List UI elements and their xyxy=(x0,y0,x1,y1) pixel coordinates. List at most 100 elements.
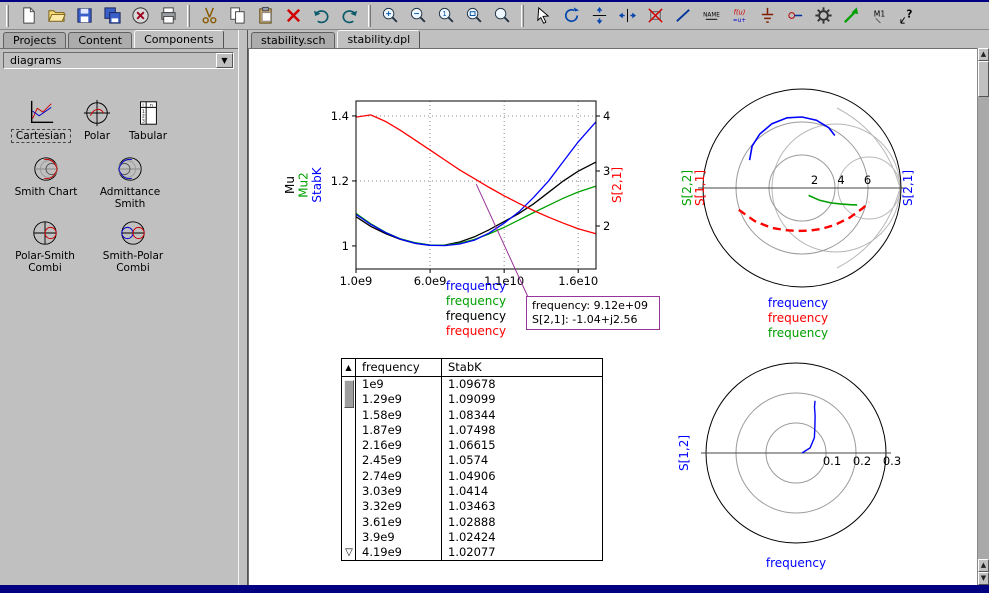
print-button[interactable] xyxy=(155,4,181,28)
save-icon xyxy=(75,6,94,25)
svg-text:?: ? xyxy=(906,8,912,20)
component-item-label: Cartesian xyxy=(12,130,70,142)
svg-text:f(u): f(u) xyxy=(733,9,745,17)
deactivate-button[interactable] xyxy=(642,4,668,28)
view-data-display-button[interactable] xyxy=(838,4,864,28)
component-item-label: Tabular xyxy=(120,130,176,142)
tab-stability-dpl[interactable]: stability.dpl xyxy=(337,30,420,48)
insert-port-button[interactable] xyxy=(782,4,808,28)
component-category-dropdown[interactable]: diagrams ▼ xyxy=(3,52,234,69)
scrollbar-thumb[interactable] xyxy=(978,61,989,97)
set-marker-button[interactable]: M1 xyxy=(866,4,892,28)
trace-S[1,2][interactable] xyxy=(802,401,815,453)
trace-Mu[interactable] xyxy=(356,162,596,245)
cut-button[interactable] xyxy=(196,4,222,28)
zoom-in-icon xyxy=(381,6,400,25)
tab-components[interactable]: Components xyxy=(134,30,224,48)
cell-stabk: 1.08344 xyxy=(442,408,602,423)
data-display-canvas[interactable]: 1.0e96.0e91.1e101.6e1011.21.4234MuMu2Sta… xyxy=(248,48,977,585)
cell-stabk: 1.0414 xyxy=(442,484,602,499)
simulate-button[interactable] xyxy=(810,4,836,28)
vertical-scrollbar[interactable]: ▲ ▲ ▼ xyxy=(977,48,989,585)
component-item-smith-chart[interactable]: Smith Chart xyxy=(8,155,84,198)
zoom-select-button[interactable] xyxy=(489,4,515,28)
print-icon xyxy=(159,6,178,25)
toolbar-separator xyxy=(6,5,9,27)
copy-button[interactable] xyxy=(224,4,250,28)
table-scroll-thumb[interactable] xyxy=(344,380,354,408)
dropdown-arrow-icon[interactable]: ▼ xyxy=(216,53,233,68)
tab-stability-sch[interactable]: stability.sch xyxy=(251,32,335,48)
scroll-up-button[interactable]: ▲ xyxy=(978,48,989,61)
insert-equation-button[interactable]: f(u)=u+ xyxy=(726,4,752,28)
svg-text:Mu2: Mu2 xyxy=(297,172,311,198)
component-item-admittance-smith[interactable]: Admittance Smith xyxy=(88,155,172,210)
left-panel-tabbar: Projects Content Components xyxy=(3,30,226,48)
port-icon xyxy=(786,6,805,25)
zoom-in-button[interactable] xyxy=(377,4,403,28)
component-item-cartesian[interactable]: Cartesian xyxy=(12,99,70,142)
svg-text:6.0e9: 6.0e9 xyxy=(414,274,447,288)
table-column-stabk: StabK xyxy=(442,359,602,376)
rotate-button[interactable] xyxy=(558,4,584,28)
panel-splitter[interactable] xyxy=(238,30,248,585)
save-button[interactable] xyxy=(71,4,97,28)
svg-text:=u+: =u+ xyxy=(732,18,745,24)
zoom-fit-button[interactable] xyxy=(461,4,487,28)
zoom-one-icon: 1 xyxy=(437,6,456,25)
zoom-one-to-one-button[interactable]: 1 xyxy=(433,4,459,28)
polar-smith-combi-diagram[interactable]: 246S[2,2]S[1,1]S[2,1]frequencyfrequencyf… xyxy=(680,89,915,340)
svg-text:frequency: frequency xyxy=(446,294,506,308)
redo-button[interactable] xyxy=(336,4,362,28)
cell-frequency: 1.87e9 xyxy=(356,423,442,438)
scroll-up-button-2[interactable]: ▲ xyxy=(978,559,989,572)
component-grid: Cartesian Polarin123Tabular Smith ChartAdm… xyxy=(0,73,238,585)
table-row: 3.9e91.02424 xyxy=(342,530,602,545)
zoom-out-button[interactable] xyxy=(405,4,431,28)
save-all-button[interactable] xyxy=(99,4,125,28)
svg-text:S[1,2]: S[1,2] xyxy=(677,435,691,471)
dropdown-value: diagrams xyxy=(10,54,61,67)
close-icon xyxy=(131,6,150,25)
tab-projects[interactable]: Projects xyxy=(3,32,66,48)
data-table[interactable]: ▲frequencyStabK1e91.096781.29e91.090991.… xyxy=(341,358,603,561)
table-scroll-down-icon[interactable]: ▽ xyxy=(342,547,356,559)
undo-icon xyxy=(312,6,331,25)
insert-ground-button[interactable] xyxy=(754,4,780,28)
tab-content[interactable]: Content xyxy=(68,32,132,48)
table-row: 1.87e91.07498 xyxy=(342,423,602,438)
main-toolbar: 1NAMEf(u)=u+M1? xyxy=(0,2,989,30)
paste-button[interactable] xyxy=(252,4,278,28)
component-item-tabular[interactable]: in123Tabular xyxy=(120,99,176,142)
svg-text:1.2: 1.2 xyxy=(331,174,349,188)
svg-text:frequency: frequency xyxy=(768,296,828,310)
mirror-x-button[interactable] xyxy=(586,4,612,28)
delete-button[interactable] xyxy=(280,4,306,28)
marker-tooltip[interactable]: frequency: 9.12e+09 S[2,1]: -1.04+j2.56 xyxy=(526,296,660,330)
trace-S[2,1][interactable] xyxy=(750,117,835,160)
insert-wire-button[interactable] xyxy=(670,4,696,28)
table-scroll-up-icon[interactable]: ▲ xyxy=(342,359,356,376)
new-button[interactable] xyxy=(15,4,41,28)
close-button[interactable] xyxy=(127,4,153,28)
trace-S[1,1][interactable] xyxy=(739,202,869,231)
polar-smith-combi-icon xyxy=(4,219,86,250)
select-button[interactable] xyxy=(530,4,556,28)
component-item-polar-smith-combi[interactable]: Polar-Smith Combi xyxy=(4,219,86,274)
open-folder-icon xyxy=(47,6,66,25)
open-button[interactable] xyxy=(43,4,69,28)
table-header: ▲frequencyStabK xyxy=(342,359,602,377)
toolbar-separator xyxy=(521,5,524,27)
cell-frequency: 4.19e9 xyxy=(356,545,442,560)
trace-S[2,1][interactable] xyxy=(356,115,596,234)
cell-frequency: 2.74e9 xyxy=(356,469,442,484)
scroll-down-button[interactable]: ▼ xyxy=(978,572,989,585)
undo-button[interactable] xyxy=(308,4,334,28)
component-item-smith-polar-combi[interactable]: Smith-Polar Combi xyxy=(90,219,176,274)
mirror-y-button[interactable] xyxy=(614,4,640,28)
insert-label-button[interactable]: NAME xyxy=(698,4,724,28)
whats-this-help-button[interactable]: ? xyxy=(894,4,920,28)
zoom-out-icon xyxy=(409,6,428,25)
component-item-polar[interactable]: Polar xyxy=(74,99,120,142)
polar-diagram-s12[interactable]: 0.10.20.3S[1,2]frequency xyxy=(677,363,901,570)
